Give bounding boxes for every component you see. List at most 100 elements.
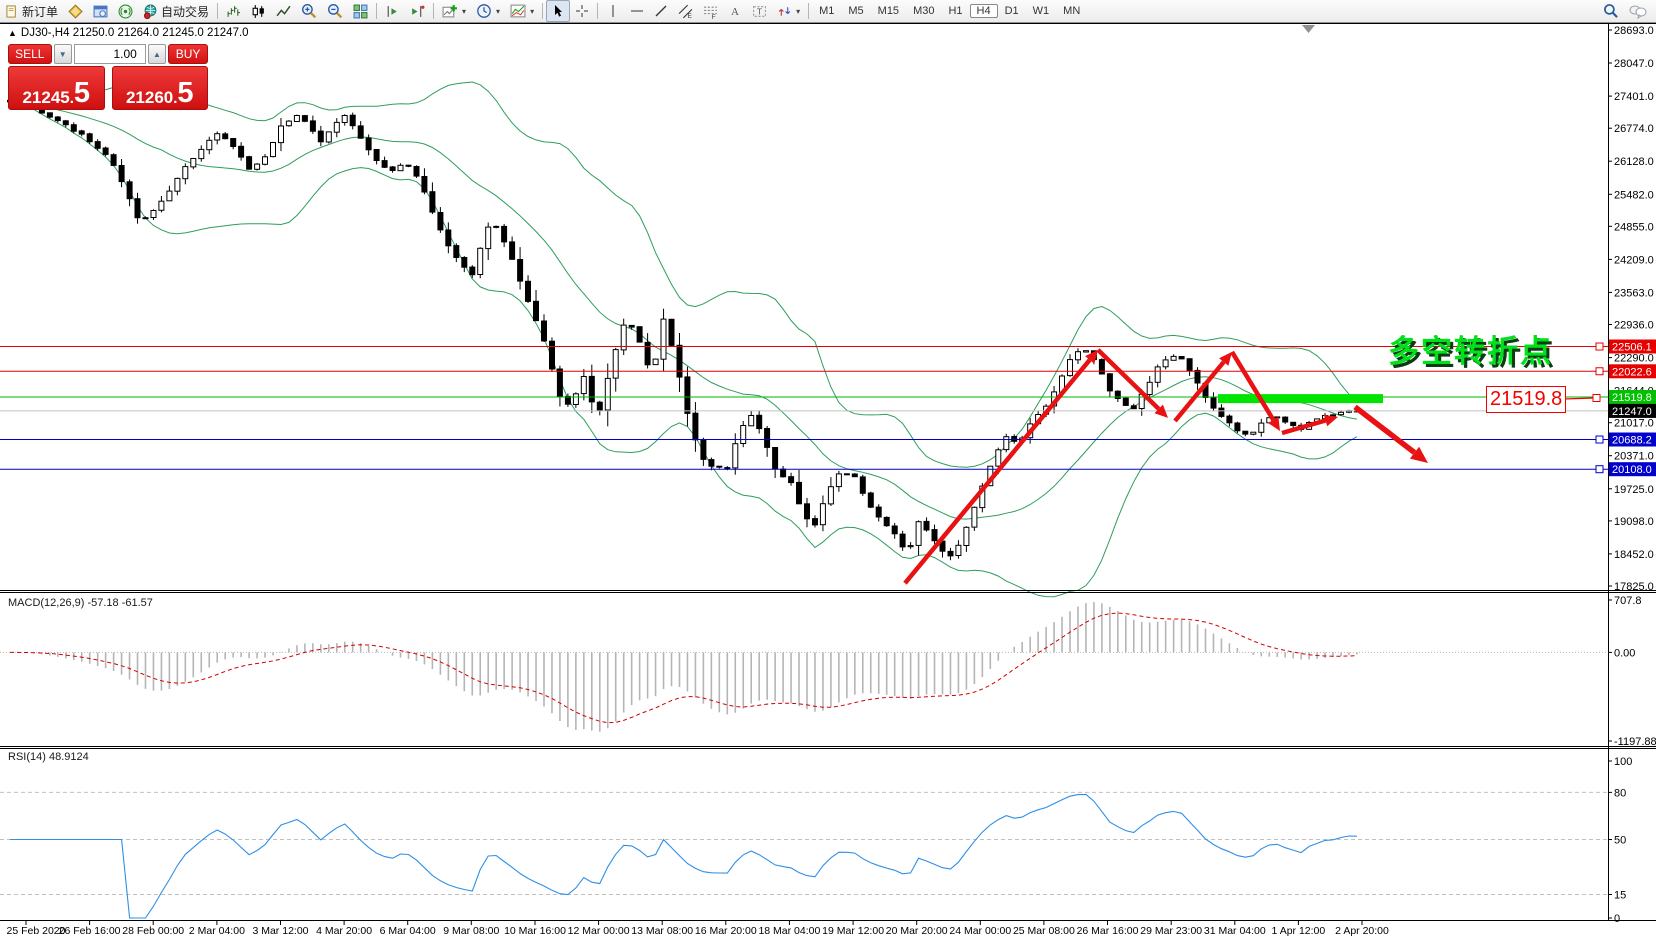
market-watch-button[interactable]: [63, 0, 88, 22]
macd-label: MACD(12,26,9) -57.18 -61.57: [8, 597, 153, 609]
volume-input[interactable]: [74, 44, 146, 64]
svg-text:20688.2: 20688.2: [1612, 435, 1652, 447]
arrows-icon: [777, 4, 792, 19]
line-chart-mode-button[interactable]: [271, 0, 296, 22]
buy-price-box[interactable]: 21260.5: [112, 66, 209, 110]
channel-tool-button[interactable]: E: [673, 0, 698, 22]
sound-button[interactable]: [113, 0, 138, 22]
autotrading-button[interactable]: 自动交易: [138, 0, 214, 22]
svg-text:22022.6: 22022.6: [1612, 366, 1652, 378]
autotrading-label: 自动交易: [161, 3, 209, 20]
volume-up-button[interactable]: ▲: [148, 44, 166, 64]
svg-text:21247.0: 21247.0: [1612, 406, 1652, 418]
svg-text:19725.0: 19725.0: [1614, 484, 1654, 496]
timeframe-button-M1[interactable]: M1: [812, 4, 841, 18]
callout-anchor-handle[interactable]: [1593, 395, 1600, 402]
volume-down-button[interactable]: ▼: [54, 44, 72, 64]
bollinger-middle: [10, 102, 1357, 519]
svg-text:F: F: [712, 14, 716, 19]
toolbar-right-icons: [1603, 3, 1656, 19]
timeframe-button-W1[interactable]: W1: [1026, 4, 1057, 18]
text-label-tool-button[interactable]: T: [747, 0, 772, 22]
svg-text:23563.0: 23563.0: [1614, 287, 1654, 299]
market-watch-icon: [68, 4, 83, 19]
vertical-line-icon: [606, 4, 620, 18]
trendline-tool-button[interactable]: [649, 0, 673, 22]
macd-signal-line: [10, 613, 1357, 723]
zoom-in-button[interactable]: [296, 0, 322, 22]
timeframe-button-M30[interactable]: M30: [906, 4, 941, 18]
new-order-button[interactable]: 新订单: [1, 0, 63, 22]
svg-text:17825.0: 17825.0: [1614, 581, 1654, 593]
indicator-panels: [0, 602, 1608, 918]
svg-text:12 Mar 00:00: 12 Mar 00:00: [568, 925, 630, 937]
sell-price-int: 21245: [22, 89, 69, 106]
timeframe-button-H1[interactable]: H1: [941, 4, 969, 18]
separator: [217, 3, 218, 19]
sell-price-box[interactable]: 21245.5: [8, 66, 105, 110]
templates-button[interactable]: ▾: [505, 0, 539, 22]
svg-text:2 Apr 20:00: 2 Apr 20:00: [1335, 925, 1389, 937]
main-chart-canvas[interactable]: 28693.028047.027401.026774.026128.025482…: [0, 0, 1656, 944]
svg-text:24 Mar 00:00: 24 Mar 00:00: [949, 925, 1011, 937]
svg-text:28693.0: 28693.0: [1614, 25, 1654, 37]
data-window-button[interactable]: [88, 0, 113, 22]
crosshair-tool-button[interactable]: [570, 0, 594, 22]
sell-button[interactable]: SELL: [8, 44, 52, 64]
bar-chart-mode-button[interactable]: [221, 0, 246, 22]
new-order-label: 新订单: [22, 3, 58, 20]
toolbar: 新订单 自动交易 ▾ ▾: [0, 0, 1656, 23]
svg-text:20371.0: 20371.0: [1614, 451, 1654, 463]
svg-text:25 Mar 08:00: 25 Mar 08:00: [1013, 925, 1075, 937]
svg-text:13 Mar 08:00: 13 Mar 08:00: [631, 925, 693, 937]
buy-button[interactable]: BUY: [168, 44, 208, 64]
trendline-icon: [654, 4, 668, 18]
svg-text:22290.0: 22290.0: [1614, 353, 1654, 365]
rsi-line: [10, 794, 1357, 918]
trend-arrows[interactable]: [905, 350, 1428, 583]
indicators-button[interactable]: ▾: [437, 0, 471, 22]
buy-price-int: 21260: [126, 89, 173, 106]
svg-text:24209.0: 24209.0: [1614, 254, 1654, 266]
equidistant-channel-icon: E: [678, 4, 693, 19]
horizontal-line-tool-button[interactable]: [625, 0, 649, 22]
timeframe-button-M15[interactable]: M15: [871, 4, 906, 18]
chart-shift-button[interactable]: [380, 0, 405, 22]
text-tool-button[interactable]: A: [723, 0, 747, 22]
svg-text:1 Apr 12:00: 1 Apr 12:00: [1272, 925, 1326, 937]
svg-text:22936.0: 22936.0: [1614, 320, 1654, 332]
timeframe-button-MN[interactable]: MN: [1056, 4, 1087, 18]
periods-button[interactable]: ▾: [471, 0, 505, 22]
zoom-out-icon: [327, 3, 343, 19]
search-icon[interactable]: [1603, 3, 1619, 19]
auto-scroll-button[interactable]: [405, 0, 430, 22]
tile-windows-button[interactable]: [348, 0, 373, 22]
timeframe-button-H4[interactable]: H4: [970, 4, 998, 18]
chat-icon[interactable]: [1629, 4, 1647, 19]
timeframe-button-M5[interactable]: M5: [841, 4, 870, 18]
fibonacci-tool-button[interactable]: F: [698, 0, 723, 22]
svg-text:-1197.88: -1197.88: [1614, 736, 1656, 748]
clock-icon: [476, 3, 492, 19]
svg-text:A: A: [731, 6, 739, 18]
chart-shift-marker[interactable]: [1302, 25, 1315, 33]
zoom-out-button[interactable]: [322, 0, 348, 22]
cursor-tool-button[interactable]: [546, 0, 570, 22]
arrows-tool-button[interactable]: ▾: [772, 0, 805, 22]
svg-text:25482.0: 25482.0: [1614, 189, 1654, 201]
turning-point-annotation[interactable]: 多空转折点: [1388, 326, 1553, 371]
time-axis: 25 Feb 202026 Feb 16:0028 Feb 00:002 Mar…: [7, 921, 1389, 937]
svg-text:28 Feb 00:00: 28 Feb 00:00: [122, 925, 184, 937]
horizontal-lines[interactable]: [0, 343, 1608, 473]
timeframe-button-D1[interactable]: D1: [998, 4, 1026, 18]
tile-windows-icon: [353, 4, 368, 19]
svg-text:3 Mar 12:00: 3 Mar 12:00: [252, 925, 308, 937]
svg-text:10 Mar 16:00: 10 Mar 16:00: [504, 925, 566, 937]
collapse-arrow-icon[interactable]: ▲: [8, 28, 17, 38]
svg-text:20 Mar 20:00: 20 Mar 20:00: [886, 925, 948, 937]
symbol-info-line[interactable]: ▲ DJ30-,H4 21250.0 21264.0 21245.0 21247…: [8, 27, 249, 39]
vertical-line-tool-button[interactable]: [601, 0, 625, 22]
candle-chart-mode-button[interactable]: [246, 0, 271, 22]
svg-text:19 Mar 12:00: 19 Mar 12:00: [822, 925, 884, 937]
price-callout-label[interactable]: 21519.8: [1486, 386, 1566, 413]
